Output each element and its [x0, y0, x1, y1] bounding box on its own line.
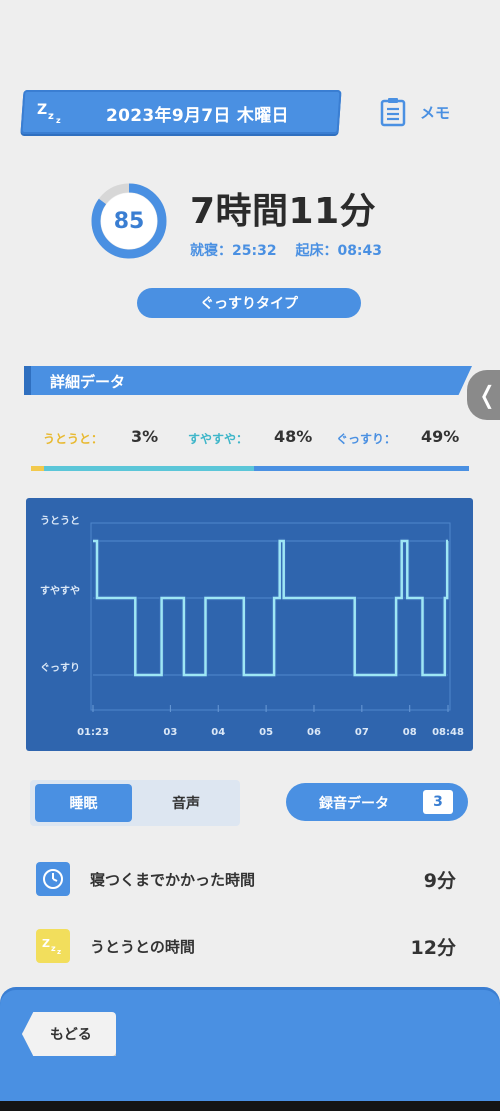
chart-y-label: すやすや — [40, 585, 80, 597]
date-text: 2023年9月7日 木曜日 — [106, 106, 289, 126]
tab-sleep[interactable]: 睡眠 — [35, 784, 132, 822]
chevron-left-icon: ❬ — [477, 381, 498, 409]
detail-value: 9分 — [423, 870, 456, 892]
svg-text:Z: Z — [42, 937, 50, 950]
recording-label: 録音データ — [319, 796, 389, 812]
stat-value-light: 3% — [131, 427, 159, 446]
stat-bar-medium — [44, 466, 255, 471]
chart-x-label: 06 — [307, 727, 321, 738]
chart-series-shadow — [93, 538, 450, 678]
chart-y-label: うとうと — [40, 515, 80, 527]
waketime: 起床：08:43 — [295, 243, 383, 259]
section-title: 詳細データ — [50, 373, 126, 391]
back-button-label: もどる — [50, 1027, 92, 1043]
memo-button[interactable]: メモ — [380, 92, 480, 132]
clock-icon — [36, 862, 70, 896]
memo-icon — [380, 98, 406, 127]
system-nav-bar — [0, 1101, 500, 1111]
zzz-icon: Z z z — [37, 102, 61, 125]
recording-data-button[interactable]: 録音データ 3 — [286, 783, 468, 821]
detail-label: うとうとの時間 — [90, 938, 195, 956]
sleep-duration: 7時間11分 — [190, 191, 377, 232]
detail-value: 12分 — [410, 937, 456, 959]
chart-x-label: 08 — [403, 727, 417, 738]
chart-x-label: 08:48 — [432, 727, 464, 738]
zzz-icon: Z z z — [36, 929, 70, 963]
memo-label: メモ — [420, 103, 451, 122]
tab-audio[interactable]: 音声 — [136, 784, 236, 822]
stat-bar-deep — [254, 466, 469, 471]
chart-x-label: 01:23 — [77, 727, 109, 738]
stat-value-deep: 49% — [421, 427, 460, 446]
recording-count-badge: 3 — [423, 790, 453, 814]
side-drawer-tab[interactable]: ❬ — [467, 370, 500, 420]
bedtime: 就寝：25:32 — [190, 243, 277, 259]
stat-value-medium: 48% — [274, 427, 313, 446]
chart-x-label: 07 — [355, 727, 369, 738]
sleep-times: 就寝：25:32 起床：08:43 — [190, 240, 396, 260]
svg-text:Z: Z — [37, 102, 47, 118]
date-banner-content: Z z z 2023年9月7日 木曜日 — [22, 90, 340, 134]
detail-row-light-sleep: Z z z うとうとの時間 12分 — [34, 926, 464, 966]
chart-x-label: 04 — [211, 727, 225, 738]
svg-text:z: z — [51, 944, 56, 953]
stat-label-light: うとうと： — [43, 432, 104, 446]
sleep-stage-chart: うとうとすやすやぐっすり 01:23 03 04 05 06 07 08 08:48 — [40, 515, 464, 738]
detail-label: 寝つくまでかかった時間 — [90, 871, 256, 889]
chart-x-label: 05 — [259, 727, 273, 738]
chart-x-label: 03 — [163, 727, 177, 738]
sleep-detail-screen: Z z z 2023年9月7日 木曜日 メモ 85 7時間11分 就寝：25:3… — [0, 0, 500, 1111]
stat-bar-light — [31, 466, 45, 471]
section-header-accent — [24, 366, 31, 395]
chart-y-label: ぐっすり — [40, 662, 80, 674]
sleep-score: 85 — [113, 208, 145, 234]
svg-text:z: z — [56, 116, 61, 125]
stat-label-medium: すやすや： — [188, 432, 249, 446]
sleep-type-badge: ぐっすりタイプ — [137, 288, 361, 318]
stat-label-deep: ぐっすり： — [336, 432, 397, 446]
svg-text:z: z — [48, 111, 54, 122]
svg-text:z: z — [57, 948, 61, 956]
detail-row-fall-asleep: 寝つくまでかかった時間 9分 — [34, 859, 464, 899]
